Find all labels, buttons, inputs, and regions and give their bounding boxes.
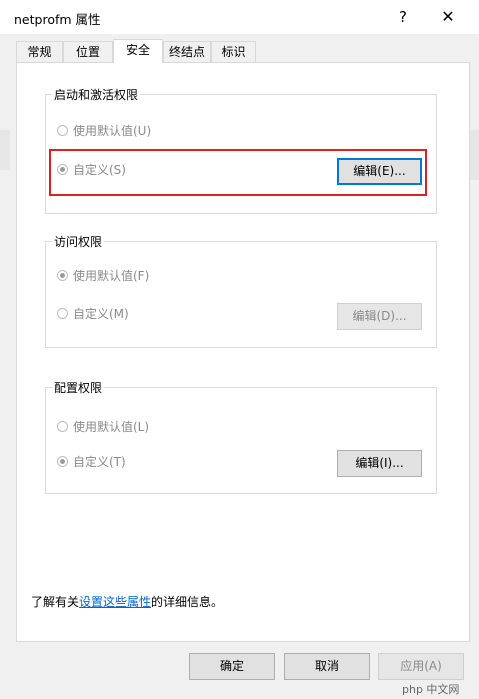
tab-security[interactable]: 安全 [113, 39, 163, 63]
help-link[interactable]: 设置这些属性 [79, 595, 151, 609]
radio-checked-icon [57, 456, 68, 467]
launch-use-default-radio[interactable]: 使用默认值(U) [57, 122, 151, 139]
group-label: 访问权限 [52, 233, 105, 250]
ok-button[interactable]: 确定 [189, 653, 275, 680]
window-title: netprofm 属性 [14, 12, 101, 27]
help-text-suffix: 的详细信息。 [151, 595, 224, 609]
radio-label: 自定义(T) [73, 455, 126, 469]
background-window-edge-right [469, 130, 479, 180]
radio-label: 使用默认值(L) [73, 420, 150, 434]
title-bar: netprofm 属性 ? ✕ [0, 0, 479, 34]
config-edit-button[interactable]: 编辑(I)... [337, 450, 422, 477]
radio-label: 自定义(M) [73, 307, 129, 321]
config-permissions-group: 配置权限 [45, 379, 437, 494]
cancel-button[interactable]: 取消 [284, 653, 370, 680]
access-use-default-radio[interactable]: 使用默认值(F) [57, 267, 149, 284]
help-text-prefix: 了解有关 [31, 595, 80, 609]
access-edit-button[interactable]: 编辑(D)... [337, 303, 422, 330]
radio-icon [57, 421, 68, 432]
highlight-box [49, 149, 427, 196]
watermark-logo: php 中文网 [402, 683, 460, 696]
help-button[interactable]: ? [392, 6, 414, 28]
config-custom-radio[interactable]: 自定义(T) [57, 453, 126, 470]
background-window-edge [0, 130, 10, 170]
access-permissions-group: 访问权限 [45, 233, 437, 348]
group-label: 配置权限 [52, 379, 105, 396]
radio-icon [57, 125, 68, 136]
radio-label: 使用默认值(U) [73, 124, 152, 138]
radio-icon [57, 308, 68, 319]
tab-location[interactable]: 位置 [63, 41, 113, 62]
tab-endpoints[interactable]: 终结点 [163, 41, 211, 62]
apply-button[interactable]: 应用(A) [378, 653, 464, 680]
radio-checked-icon [57, 270, 68, 281]
tab-general[interactable]: 常规 [16, 41, 63, 62]
config-use-default-radio[interactable]: 使用默认值(L) [57, 418, 149, 435]
radio-label: 使用默认值(F) [73, 269, 150, 283]
help-text: 了解有关设置这些属性的详细信息。 [31, 593, 223, 610]
access-custom-radio[interactable]: 自定义(M) [57, 305, 129, 322]
close-button[interactable]: ✕ [436, 6, 460, 28]
group-label: 启动和激活权限 [52, 86, 141, 103]
tab-identity[interactable]: 标识 [211, 41, 256, 62]
